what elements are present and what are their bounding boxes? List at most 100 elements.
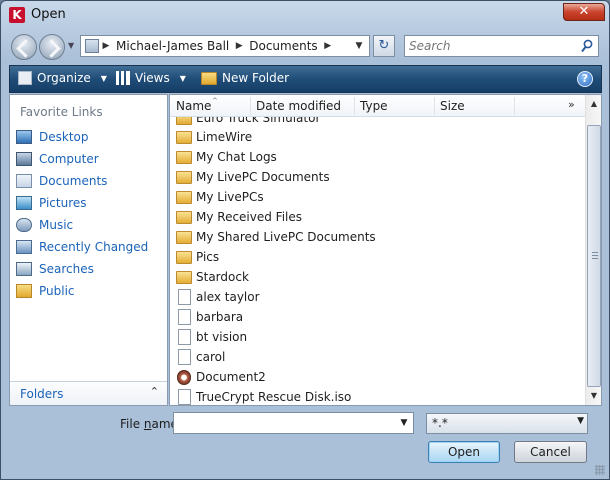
file-rows: Euro Truck Simulator LimeWire My Chat Lo…	[170, 117, 585, 405]
breadcrumb-documents[interactable]: Documents	[246, 39, 320, 53]
new-folder-button[interactable]: New Folder	[201, 71, 289, 85]
favorite-public[interactable]: Public	[16, 281, 166, 301]
column-divider[interactable]	[434, 97, 435, 115]
file-icon	[178, 389, 191, 405]
recent-icon	[16, 240, 32, 254]
item-name: alex taylor	[196, 290, 260, 304]
favorite-documents[interactable]: Documents	[16, 171, 166, 191]
back-button[interactable]	[11, 34, 37, 60]
favorite-desktop[interactable]: Desktop	[16, 127, 166, 147]
file-name-combobox[interactable]: ▼	[173, 412, 414, 434]
item-name: My LivePCs	[196, 190, 264, 204]
column-name[interactable]: Name ^	[176, 97, 218, 113]
more-columns-button[interactable]: »	[568, 98, 575, 111]
refresh-button[interactable]: ↻	[373, 35, 395, 57]
item-name: LimeWire	[196, 130, 253, 144]
list-item[interactable]: barbara	[176, 307, 243, 327]
item-name: TrueCrypt Rescue Disk.iso	[196, 390, 352, 404]
list-item[interactable]: carol	[176, 347, 225, 367]
list-item[interactable]: My Shared LivePC Documents	[176, 227, 376, 247]
help-button[interactable]: ?	[577, 71, 593, 87]
favorite-label: Recently Changed	[39, 240, 149, 254]
organize-icon	[18, 71, 32, 85]
forward-button[interactable]	[39, 34, 65, 60]
list-item[interactable]: Document2	[176, 367, 266, 387]
item-name: Stardock	[196, 270, 249, 284]
list-item[interactable]: Pics	[176, 247, 219, 267]
file-icon	[178, 329, 191, 345]
column-date-modified[interactable]: Date modified	[256, 99, 341, 113]
favorite-label: Documents	[39, 174, 108, 188]
item-name: Euro Truck Simulator	[196, 117, 321, 125]
column-divider[interactable]	[354, 97, 355, 115]
item-name: My Received Files	[196, 210, 303, 224]
list-item[interactable]: My LivePC Documents	[176, 167, 330, 187]
close-button[interactable]: ✕	[563, 3, 605, 21]
open-button[interactable]: Open	[428, 441, 500, 463]
breadcrumb-separator[interactable]: ▶	[232, 41, 246, 51]
column-header-row: Name ^ Date modified Type Size »	[170, 95, 585, 117]
new-folder-icon	[201, 71, 217, 85]
search-icon[interactable]	[581, 39, 593, 53]
list-item[interactable]: TrueCrypt Rescue Disk.iso	[176, 387, 352, 405]
scroll-thumb[interactable]	[587, 125, 601, 387]
folders-toggle[interactable]: Folders ⌃	[10, 381, 167, 405]
breadcrumb-user[interactable]: Michael-James Ball	[113, 39, 232, 53]
list-item[interactable]: LimeWire	[176, 127, 252, 147]
breadcrumb-separator[interactable]: ▶	[99, 41, 113, 51]
resize-grip[interactable]	[595, 465, 605, 475]
file-name-input[interactable]	[177, 415, 392, 431]
scroll-up-button[interactable]: ▲	[586, 96, 601, 112]
column-divider[interactable]	[514, 97, 515, 115]
list-item[interactable]: My Received Files	[176, 207, 302, 227]
list-item[interactable]: My Chat Logs	[176, 147, 277, 167]
search-box[interactable]	[404, 35, 599, 57]
address-bar[interactable]: ▶ Michael-James Ball ▶ Documents ▶ ▼	[80, 35, 370, 57]
item-name: Document2	[196, 370, 266, 384]
scroll-down-button[interactable]: ▼	[586, 388, 601, 404]
item-name: barbara	[196, 310, 244, 324]
favorite-label: Music	[39, 218, 74, 232]
favorite-links-heading: Favorite Links	[20, 105, 103, 119]
folders-label: Folders	[20, 387, 64, 401]
column-size[interactable]: Size	[440, 99, 465, 113]
list-item[interactable]: alex taylor	[176, 287, 260, 307]
documents-icon	[16, 174, 32, 188]
favorite-searches[interactable]: Searches	[16, 259, 166, 279]
address-dropdown[interactable]: ▼	[351, 38, 367, 54]
views-button[interactable]: Views ▼	[116, 71, 186, 85]
new-folder-label: New Folder	[222, 71, 290, 85]
favorite-recently-changed[interactable]: Recently Changed	[16, 237, 166, 257]
item-name: bt vision	[196, 330, 248, 344]
list-item[interactable]: My LivePCs	[176, 187, 264, 207]
open-dialog: K Open ✕ ▼ ▶ Michael-James Ball ▶ Docume…	[0, 0, 610, 480]
column-divider[interactable]	[250, 97, 251, 115]
folder-icon	[176, 170, 192, 184]
column-type[interactable]: Type	[360, 99, 388, 113]
favorite-label: Desktop	[39, 130, 89, 144]
favorite-pictures[interactable]: Pictures	[16, 193, 166, 213]
item-name: carol	[196, 350, 226, 364]
vertical-scrollbar[interactable]: ▲ ▼	[585, 95, 601, 405]
file-type-filter[interactable]: *.* ▼	[426, 413, 588, 434]
folder-icon	[16, 284, 32, 298]
chevron-down-icon[interactable]: ▼	[397, 415, 411, 431]
favorite-label: Public	[39, 284, 75, 298]
favorite-music[interactable]: Music	[16, 215, 166, 235]
favorite-label: Pictures	[39, 196, 87, 210]
recent-pages-dropdown[interactable]: ▼	[68, 41, 77, 50]
grip-icon	[592, 252, 598, 260]
cancel-button[interactable]: Cancel	[514, 441, 587, 463]
list-item[interactable]: bt vision	[176, 327, 247, 347]
music-icon	[16, 218, 32, 232]
list-item[interactable]: Stardock	[176, 267, 249, 287]
search-input[interactable]	[409, 38, 574, 54]
breadcrumb-separator[interactable]: ▶	[321, 41, 335, 51]
open-label: Open	[447, 445, 481, 459]
title-bar: K Open ✕	[1, 1, 609, 29]
file-list: Name ^ Date modified Type Size » Euro Tr…	[169, 94, 602, 406]
sort-ascending-icon: ^	[212, 97, 218, 105]
favorite-computer[interactable]: Computer	[16, 149, 166, 169]
views-label: Views	[135, 71, 170, 85]
organize-button[interactable]: Organize ▼	[18, 71, 107, 85]
